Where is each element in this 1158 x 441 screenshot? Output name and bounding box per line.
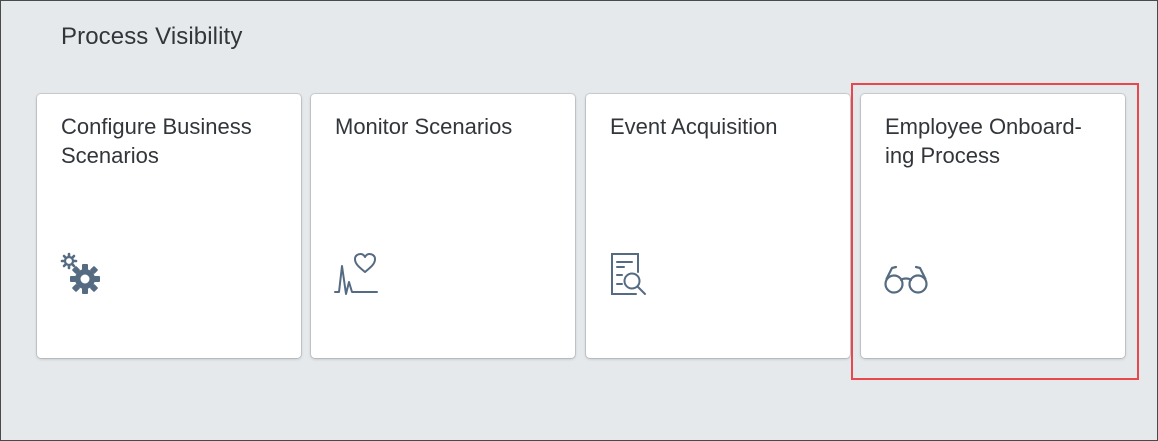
document-search-icon [608, 252, 656, 300]
tile-title: Employee Onboard-ing Process [885, 114, 1082, 168]
tile-title: Configure Business Scenarios [61, 114, 252, 168]
tile-event-acquisition[interactable]: Event Acquisition [586, 94, 850, 358]
heart-monitor-icon [333, 252, 381, 300]
launchpad-frame: Process Visibility Configure Business Sc… [0, 0, 1158, 441]
tile-monitor-scenarios[interactable]: Monitor Scenarios [311, 94, 575, 358]
tile-configure-business-scenarios[interactable]: Configure Business Scenarios [37, 94, 301, 358]
gears-icon [59, 252, 107, 300]
glasses-icon [883, 252, 931, 300]
tile-title: Event Acquisition [610, 114, 778, 139]
tile-title: Monitor Scenarios [335, 114, 513, 139]
tile-employee-onboarding-process[interactable]: Employee Onboard-ing Process [861, 94, 1125, 358]
group-title: Process Visibility [61, 23, 243, 50]
